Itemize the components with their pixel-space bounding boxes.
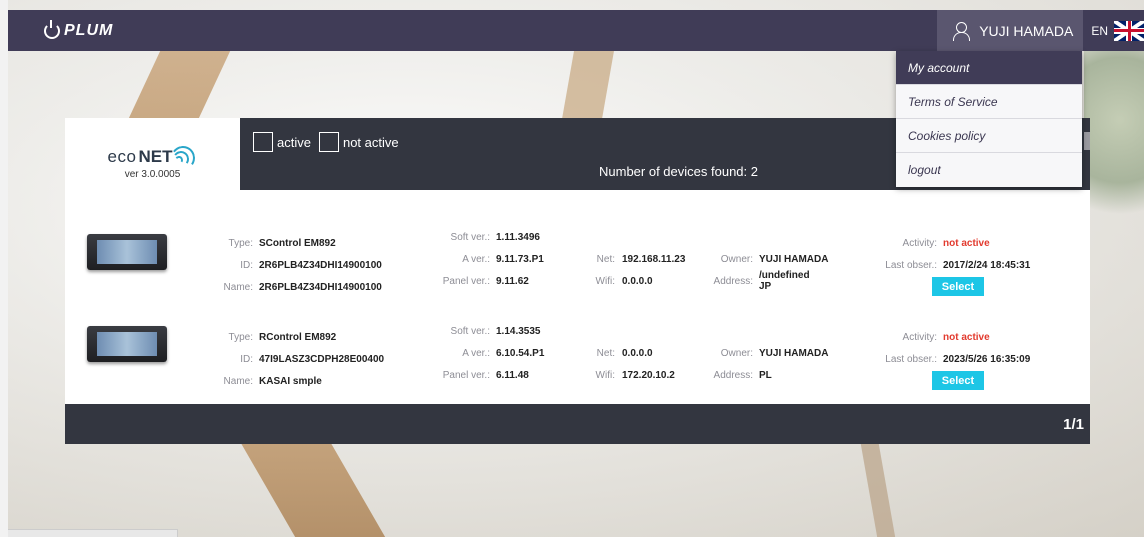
- user-name: YUJI HAMADA: [979, 22, 1074, 39]
- menu-item-my-account[interactable]: My account: [896, 51, 1082, 85]
- device-row: Type: SControl EM892 ID: 2R6PLB4Z34DHI1490…: [65, 226, 1090, 316]
- activity-status: not active: [943, 237, 990, 249]
- device-name: 2R6PLB4Z34DHI14900100: [259, 281, 382, 293]
- wifi-address: 172.20.10.2: [622, 369, 675, 381]
- user-area: YUJI HAMADA EN: [937, 10, 1144, 51]
- id-label: ID:: [240, 259, 253, 271]
- plum-logo[interactable]: PLUM: [44, 19, 114, 40]
- net-address: 192.168.11.23: [622, 253, 686, 265]
- wifi-label: Wifi:: [595, 369, 615, 381]
- brand-eco: eco: [107, 146, 137, 166]
- soft-ver: 1.14.3535: [496, 325, 541, 337]
- device-image: [87, 326, 167, 362]
- panel-ver: 6.11.48: [496, 369, 529, 381]
- owner-name: YUJI HAMADA: [759, 253, 829, 265]
- device-image: [87, 234, 167, 270]
- select-button[interactable]: Select: [932, 371, 984, 390]
- address-label: Address:: [713, 275, 753, 287]
- scrollbar[interactable]: [1084, 132, 1090, 150]
- device-activity: Activity: not active Last obser.: 2023/5/2…: [865, 326, 1090, 390]
- type-label: Type:: [228, 331, 253, 343]
- device-network: Net: 192.168.11.23 Wifi: 0.0.0.0: [575, 248, 725, 292]
- select-button[interactable]: Select: [932, 277, 984, 296]
- power-icon: [44, 19, 60, 39]
- a-ver: 6.10.54.P1: [496, 347, 545, 359]
- top-navigation-bar: PLUM YUJI HAMADA EN: [8, 10, 1144, 51]
- browser-status-bar: [8, 529, 178, 537]
- type-label: Type:: [228, 237, 253, 249]
- soft-ver: 1.11.3496: [496, 231, 540, 243]
- net-label: Net:: [596, 253, 615, 265]
- device-versions: Soft ver.: 1.11.3496 A ver.: 9.11.73.P1 Pa…: [430, 226, 580, 292]
- device-row: Type: RControl EM892 ID: 47I9LASZ3CDPH28E0…: [65, 320, 1090, 410]
- wifi-icon: [169, 143, 198, 172]
- device-activity: Activity: not active Last obser.: 2017/2/2…: [865, 232, 1090, 296]
- version-text: ver 3.0.0005: [124, 168, 181, 180]
- last-obser-label: Last obser.:: [885, 259, 937, 271]
- active-checkbox[interactable]: [253, 132, 273, 152]
- menu-item-logout[interactable]: logout: [896, 153, 1082, 187]
- owner-address: /undefined JP: [759, 270, 810, 292]
- uk-flag-icon[interactable]: [1114, 20, 1144, 41]
- owner-label: Owner:: [720, 253, 753, 265]
- address-label: Address:: [713, 369, 753, 381]
- device-type: SControl EM892: [259, 237, 336, 249]
- panel-ver-label: Panel ver.:: [442, 369, 490, 381]
- user-dropdown-menu: My account Terms of Service Cookies poli…: [896, 51, 1082, 187]
- language-selector[interactable]: EN: [1083, 24, 1114, 38]
- user-menu-button[interactable]: YUJI HAMADA: [937, 10, 1084, 51]
- id-label: ID:: [240, 353, 253, 365]
- device-network: Net: 0.0.0.0 Wifi: 172.20.10.2: [575, 342, 725, 386]
- active-label: active: [277, 134, 311, 150]
- activity-label: Activity:: [902, 237, 937, 249]
- pagination[interactable]: 1/1: [1063, 416, 1084, 433]
- soft-ver-label: Soft ver.:: [450, 231, 490, 243]
- device-owner: Owner: YUJI HAMADA Address: PL: [705, 342, 855, 386]
- status-filters: active not active: [253, 132, 403, 152]
- name-label: Name:: [223, 375, 253, 387]
- panel-ver: 9.11.62: [496, 275, 529, 287]
- menu-item-cookies-policy[interactable]: Cookies policy: [896, 119, 1082, 153]
- wifi-address: 0.0.0.0: [622, 275, 653, 287]
- device-name: KASAI smple: [259, 375, 322, 387]
- device-owner: Owner: YUJI HAMADA Address: /undefined JP: [705, 248, 855, 293]
- not-active-checkbox[interactable]: [318, 132, 339, 152]
- user-icon: [951, 21, 971, 41]
- econet-brand: eco NET ver 3.0.0005: [65, 118, 240, 190]
- net-address: 0.0.0.0: [622, 347, 653, 359]
- device-id: 2R6PLB4Z34DHI14900100: [259, 259, 382, 271]
- econet-logo: eco NET: [107, 143, 198, 172]
- name-label: Name:: [223, 281, 253, 293]
- last-observation: 2017/2/24 18:45:31: [943, 259, 1031, 271]
- owner-address: PL: [759, 369, 772, 381]
- a-ver-label: A ver.:: [462, 253, 490, 265]
- a-ver-label: A ver.:: [462, 347, 490, 359]
- net-label: Net:: [596, 347, 615, 359]
- not-active-label: not active: [342, 134, 399, 150]
- brand-net: NET: [138, 146, 173, 166]
- panel-footer: 1/1: [65, 404, 1090, 444]
- device-type: RControl EM892: [259, 331, 337, 343]
- devices-found-count: Number of devices found: 2: [599, 164, 758, 179]
- a-ver: 9.11.73.P1: [496, 253, 544, 265]
- logo-text: PLUM: [64, 21, 114, 39]
- owner-name: YUJI HAMADA: [759, 347, 829, 359]
- device-id: 47I9LASZ3CDPH28E00400: [259, 353, 385, 365]
- last-obser-label: Last obser.:: [885, 353, 937, 365]
- device-identity: Type: SControl EM892 ID: 2R6PLB4Z34DHI1490…: [213, 232, 433, 298]
- wifi-label: Wifi:: [595, 275, 615, 287]
- menu-item-terms-of-service[interactable]: Terms of Service: [896, 85, 1082, 119]
- panel-ver-label: Panel ver.:: [442, 275, 490, 287]
- device-versions: Soft ver.: 1.14.3535 A ver.: 6.10.54.P1 Pa…: [430, 320, 580, 386]
- owner-label: Owner:: [720, 347, 753, 359]
- soft-ver-label: Soft ver.:: [450, 325, 490, 337]
- last-observation: 2023/5/26 16:35:09: [943, 353, 1031, 365]
- activity-status: not active: [943, 331, 990, 343]
- activity-label: Activity:: [902, 331, 937, 343]
- device-identity: Type: RControl EM892 ID: 47I9LASZ3CDPH28E0…: [213, 326, 433, 392]
